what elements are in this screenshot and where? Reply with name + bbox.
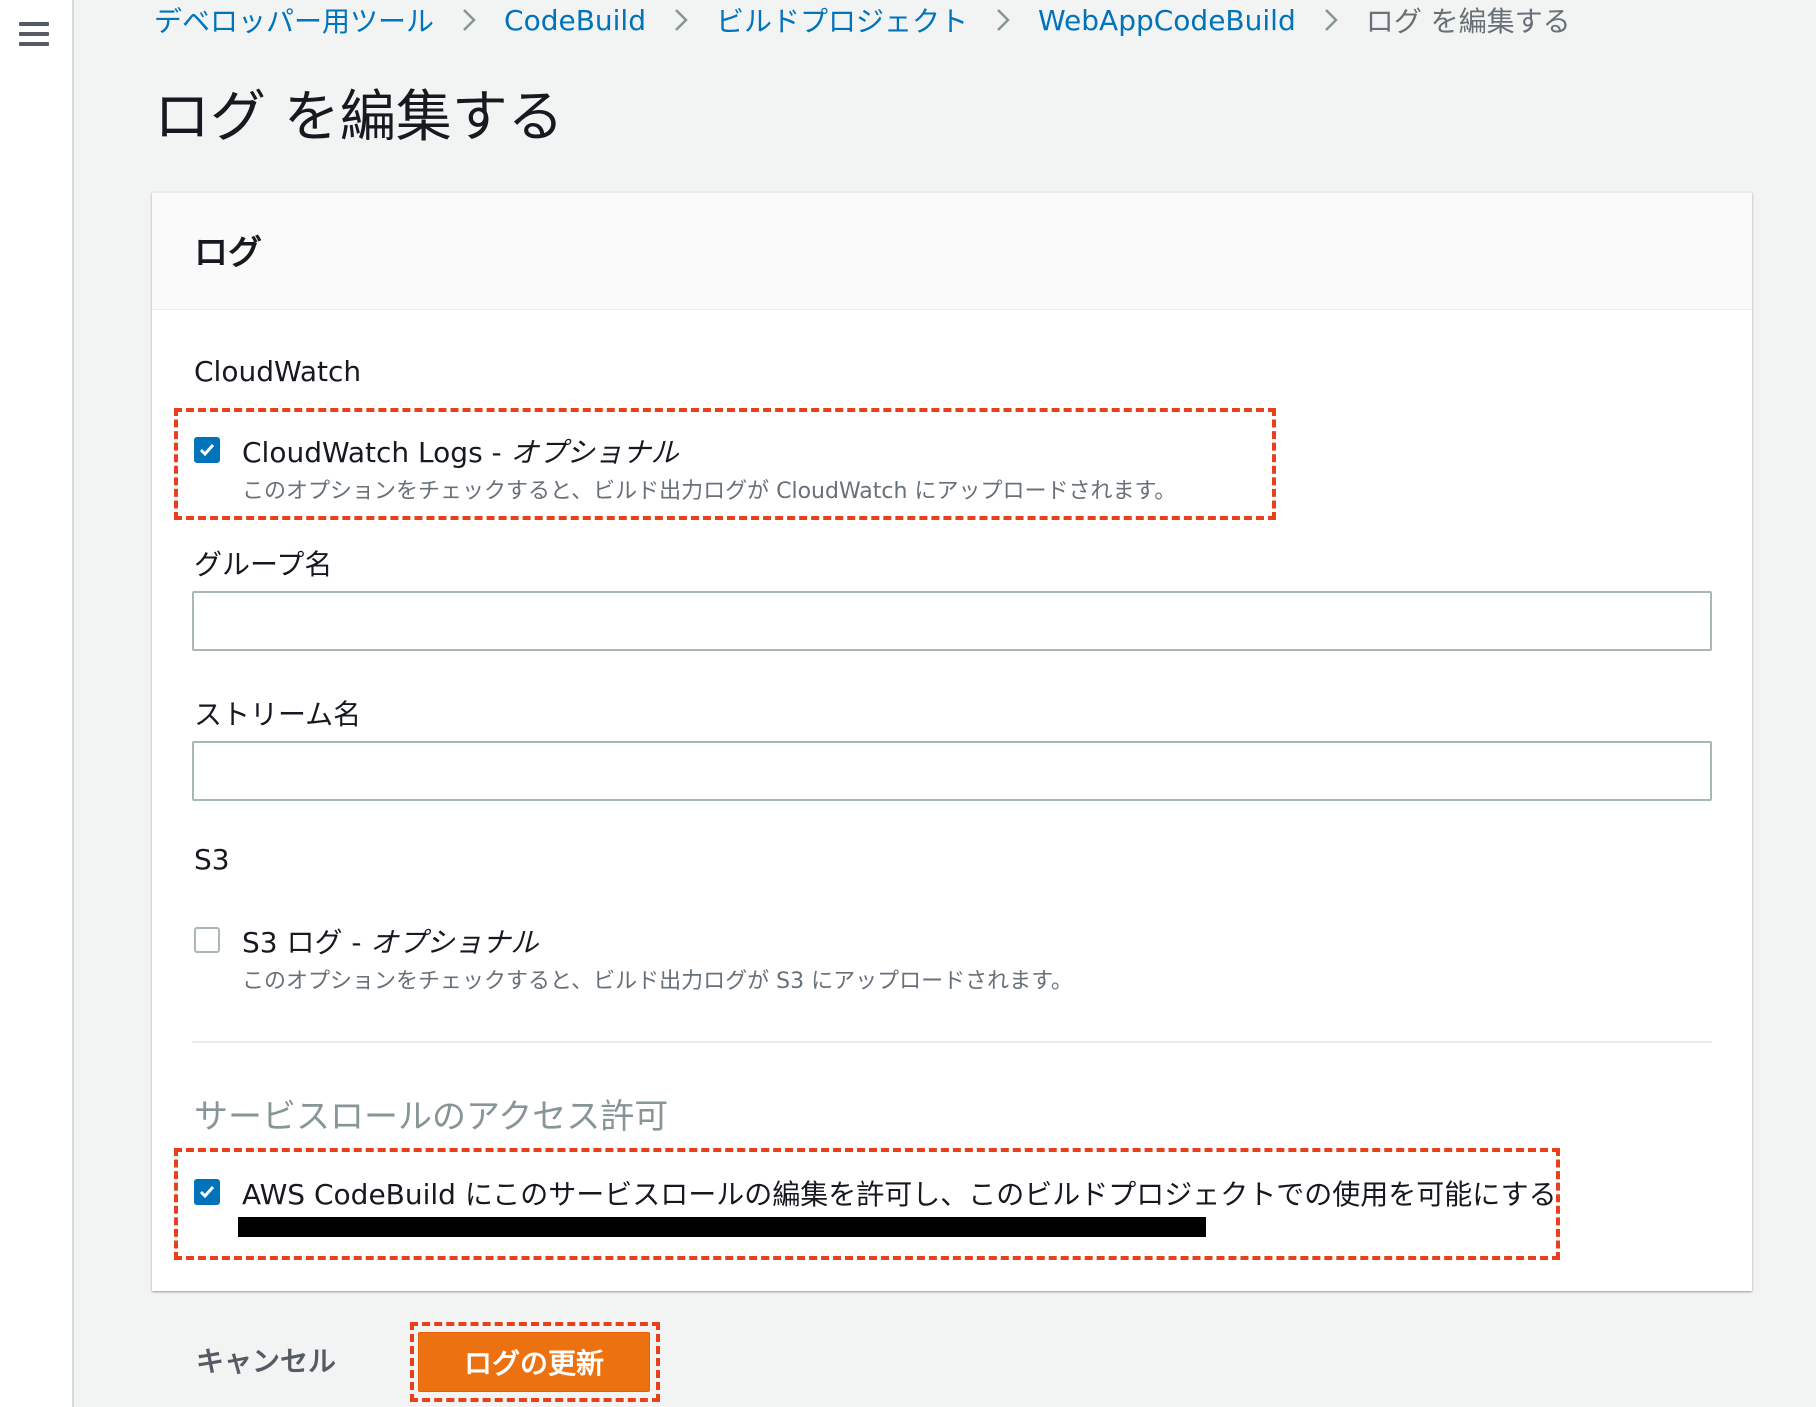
optional-tag: オプショナル xyxy=(370,926,539,959)
breadcrumb: デベロッパー用ツール CodeBuild ビルドプロジェクト WebAppCod… xyxy=(154,0,1571,40)
s3-section-label: S3 xyxy=(194,843,230,876)
chevron-right-icon xyxy=(1324,8,1338,32)
optional-tag: オプショナル xyxy=(510,436,679,469)
checkmark-icon xyxy=(199,1186,215,1199)
group-name-input[interactable] xyxy=(192,591,1712,651)
panel-title: ログ xyxy=(194,233,262,273)
breadcrumb-developer-tools[interactable]: デベロッパー用ツール xyxy=(154,0,434,40)
menu-icon[interactable] xyxy=(19,22,49,46)
chevron-right-icon xyxy=(674,8,688,32)
service-role-label[interactable]: AWS CodeBuild にこのサービスロールの編集を許可し、このビルドプロジ… xyxy=(242,1173,1557,1213)
section-divider xyxy=(192,1041,1712,1043)
panel-header: ログ xyxy=(152,193,1752,310)
cloudwatch-logs-label-text: CloudWatch Logs - xyxy=(242,436,502,469)
s3-logs-label[interactable]: S3 ログ - オプショナル xyxy=(242,921,538,961)
redacted-text-bar xyxy=(238,1217,1206,1237)
cloudwatch-logs-checkbox[interactable] xyxy=(194,437,220,463)
s3-logs-checkbox[interactable] xyxy=(194,927,220,953)
cloudwatch-logs-description: このオプションをチェックすると、ビルド出力ログが CloudWatch にアップ… xyxy=(242,479,1177,504)
update-logs-button[interactable]: ログの更新 xyxy=(418,1332,650,1392)
service-role-heading: サービスロールのアクセス許可 xyxy=(194,1097,669,1137)
breadcrumb-build-projects[interactable]: ビルドプロジェクト xyxy=(716,0,968,40)
breadcrumb-current-page: ログ を編集する xyxy=(1365,5,1571,38)
s3-logs-label-text: S3 ログ - xyxy=(242,926,362,959)
cloudwatch-logs-label[interactable]: CloudWatch Logs - オプショナル xyxy=(242,431,679,471)
group-name-label: グループ名 xyxy=(194,548,333,581)
cancel-button[interactable]: キャンセル xyxy=(196,1340,336,1380)
service-role-checkbox[interactable] xyxy=(194,1179,220,1205)
logs-panel: ログ CloudWatch CloudWatch Logs - オプショナル こ… xyxy=(152,192,1752,1291)
checkmark-icon xyxy=(199,444,215,457)
side-navigation-rail xyxy=(0,0,74,1407)
s3-logs-description: このオプションをチェックすると、ビルド出力ログが S3 にアップロードされます。 xyxy=(242,969,1073,994)
stream-name-label: ストリーム名 xyxy=(194,698,362,731)
breadcrumb-codebuild[interactable]: CodeBuild xyxy=(504,4,646,37)
chevron-right-icon xyxy=(462,8,476,32)
chevron-right-icon xyxy=(996,8,1010,32)
cloudwatch-section-label: CloudWatch xyxy=(194,355,362,388)
stream-name-input[interactable] xyxy=(192,741,1712,801)
page-title: ログ を編集する xyxy=(154,85,564,150)
breadcrumb-project-name[interactable]: WebAppCodeBuild xyxy=(1038,4,1296,37)
